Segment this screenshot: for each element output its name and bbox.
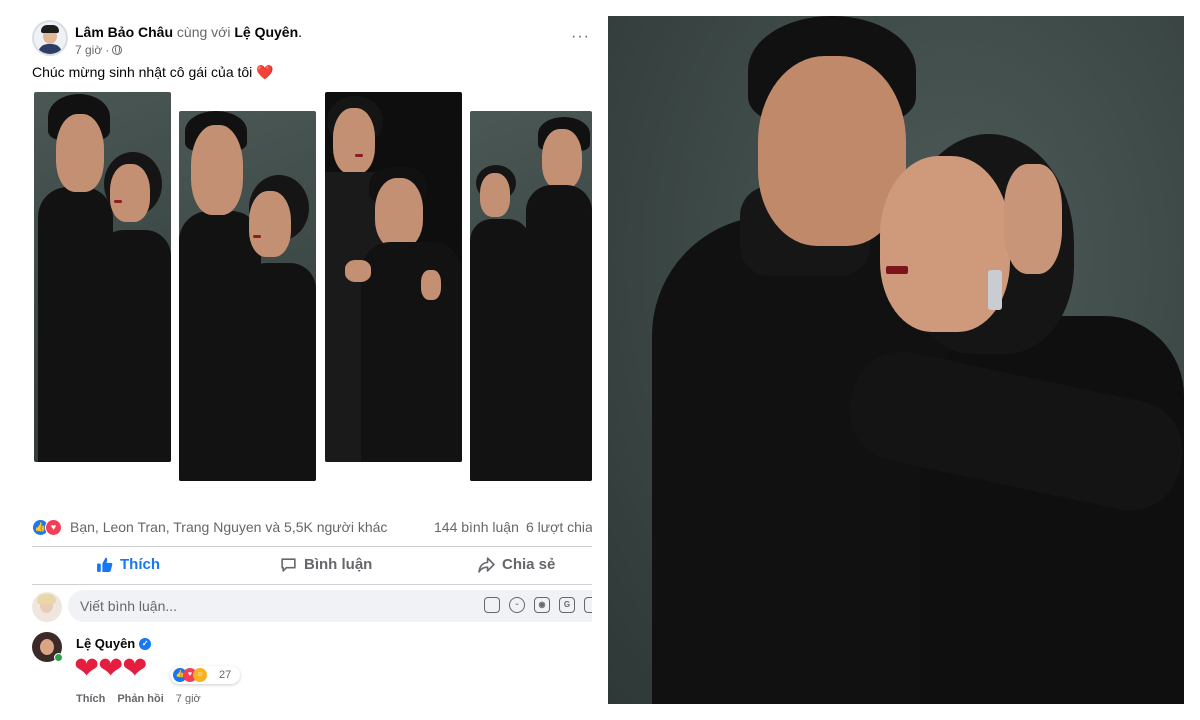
like-button[interactable]: Thích (96, 556, 160, 573)
share-label: Chia sẻ (502, 556, 556, 573)
gift-icon[interactable] (584, 597, 592, 613)
thumbs-up-icon (97, 557, 113, 572)
caption-text: Chúc mừng sinh nhật cô gái của tôi (32, 64, 253, 80)
avatar-hair (41, 25, 59, 33)
comment-reactions[interactable]: 👍 ♥ ☺ 27 (170, 666, 240, 684)
figure-face (333, 108, 375, 174)
post-meta: 7 giờ · (75, 43, 123, 57)
commenter-name-text: Lệ Quyên (76, 636, 136, 651)
reaction-icons[interactable]: 👍 ♥ (32, 519, 66, 537)
figure-man (361, 242, 462, 462)
globe-icon[interactable] (112, 45, 123, 55)
avatar-face (40, 639, 54, 655)
figure-face (375, 178, 423, 248)
commenter-name[interactable]: Lệ Quyên ✓ (76, 636, 152, 651)
figure-face (480, 173, 510, 217)
avatar-shirt (38, 44, 62, 54)
reactions-row: 👍 ♥ Bạn, Leon Tran, Trang Nguyen và 5,5K… (32, 518, 592, 538)
share-button[interactable]: Chia sẻ (478, 556, 555, 573)
sticker-icon[interactable] (484, 597, 500, 613)
figure-face (110, 164, 150, 222)
like-label: Thích (120, 556, 160, 573)
verified-badge-icon: ✓ (139, 637, 152, 650)
figure-face (542, 129, 582, 189)
tagged-name[interactable]: Lệ Quyên (234, 24, 298, 40)
with-text: cùng với (176, 24, 231, 40)
post-time[interactable]: 7 giờ (75, 43, 102, 57)
share-count[interactable]: 6 lượt chia (526, 519, 592, 535)
comment-count[interactable]: 144 bình luận (434, 519, 519, 535)
heart-emoji-icon: ❤️ (256, 64, 274, 80)
figure-lips (114, 200, 122, 203)
comment-reply-link[interactable]: Phản hồi (117, 693, 163, 704)
post-photo-3[interactable] (325, 92, 462, 462)
figure-woman (470, 219, 530, 481)
photo-earring (988, 270, 1002, 310)
avatar-hair (37, 594, 56, 604)
figure-lips (355, 154, 363, 157)
post-header: Lâm Bảo Châu cùng với Lệ Quyên. 7 giờ · … (32, 20, 592, 60)
divider (32, 546, 592, 547)
post-photo-2[interactable] (179, 111, 316, 481)
photo-woman-hand (1004, 164, 1062, 274)
comment-button[interactable]: Bình luận (280, 556, 372, 573)
love-reaction-icon: ♥ (45, 519, 62, 536)
author-name[interactable]: Lâm Bảo Châu (75, 24, 173, 40)
gif-icon[interactable]: G (559, 597, 575, 613)
author-avatar[interactable] (32, 20, 68, 56)
post-actions: Thích Bình luận Chia sẻ (32, 549, 592, 583)
emoji-icon[interactable]: ᵕ (509, 597, 525, 613)
more-options-icon[interactable]: ··· (571, 28, 590, 46)
care-reaction-icon: ☺ (193, 668, 207, 682)
figure-man (526, 185, 592, 481)
comment-time[interactable]: 7 giờ (176, 693, 201, 704)
post-photo-1[interactable] (34, 92, 171, 462)
figure-hand (345, 260, 371, 282)
comment-input-placeholder: Viết bình luận... (80, 598, 178, 614)
meta-separator: · (105, 43, 110, 57)
photo-woman-lips (886, 266, 908, 274)
comment-bubble-icon (281, 558, 296, 572)
share-arrow-icon (478, 557, 495, 573)
author-line-period: . (298, 24, 303, 40)
comment-reaction-count: 27 (219, 669, 232, 681)
figure-lips (253, 235, 261, 238)
figure-face (191, 125, 243, 215)
divider (32, 584, 592, 585)
online-status-icon (54, 653, 63, 662)
comment-input[interactable]: Viết bình luận... ᵕ ◉ G (68, 590, 592, 622)
figure-face (56, 114, 104, 192)
portrait-photo (608, 16, 1184, 704)
post-photo-4[interactable] (470, 111, 592, 481)
comment-actions: Thích Phản hồi 7 giờ (76, 693, 201, 704)
figure-face (249, 191, 291, 257)
facebook-post: Lâm Bảo Châu cùng với Lệ Quyên. 7 giờ · … (18, 16, 592, 704)
comment-like-link[interactable]: Thích (76, 693, 105, 704)
comment-body: ❤❤❤ (74, 652, 147, 685)
author-line: Lâm Bảo Châu cùng với Lệ Quyên. (75, 24, 302, 40)
current-user-avatar[interactable] (32, 592, 62, 622)
figure-woman (241, 263, 316, 481)
camera-icon[interactable]: ◉ (534, 597, 550, 613)
figure-woman (98, 230, 171, 462)
comment-label: Bình luận (304, 556, 373, 573)
composer-icons: ᵕ ◉ G (484, 597, 592, 613)
figure-hand (421, 270, 441, 300)
post-caption: Chúc mừng sinh nhật cô gái của tôi ❤️ (32, 64, 274, 81)
reactors-summary[interactable]: Bạn, Leon Tran, Trang Nguyen và 5,5K ngư… (70, 519, 387, 535)
